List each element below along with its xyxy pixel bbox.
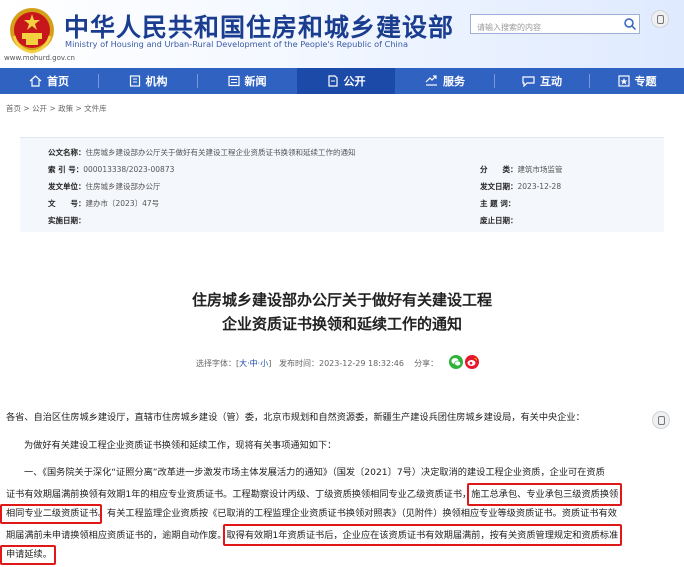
highlighted-text: 申请延续。 — [0, 545, 56, 565]
nav-label-org: 机构 — [145, 75, 168, 88]
breadcrumb-open[interactable]: 公开 — [32, 104, 47, 113]
highlight-box — [0, 504, 102, 524]
side-tool-icon[interactable] — [651, 10, 669, 28]
share-label: 分享： — [414, 359, 439, 368]
nav-item-news[interactable]: 新闻 — [198, 68, 296, 94]
text-segment: 期届满前未申请换领相应资质证书的，逾期自动作废。 — [6, 530, 227, 541]
side-tool-icon[interactable] — [652, 411, 670, 429]
breadcrumb-policy[interactable]: 政策 — [58, 104, 73, 113]
publish-label: 发布时间： — [278, 359, 319, 368]
meta-index: 索 引 号：000013338/2023-00873 — [48, 164, 174, 175]
highlight-box — [0, 545, 56, 565]
news-icon — [227, 75, 240, 87]
paragraph-item1-line2: 证书有效期届满前换领有效期1年的相应专业资质证书。工程勘察设计丙级、丁级资质换领… — [6, 483, 623, 506]
meta-label: 索 引 号： — [48, 165, 84, 174]
font-medium-button[interactable]: 中 — [250, 359, 258, 368]
meta-label: 文 号： — [48, 199, 86, 208]
breadcrumb-home[interactable]: 首页 — [6, 104, 21, 113]
paragraph-intro: 为做好有关建设工程企业资质证书换领和延续工作，现将有关事项通知如下： — [24, 440, 337, 451]
meta-doc-name: 公文名称：住房城乡建设部办公厅关于做好有关建设工程企业资质证书换领和延续工作的通… — [48, 147, 356, 158]
nav-label-public: 公开 — [343, 75, 366, 88]
meta-value: 000013338/2023-00873 — [83, 165, 175, 174]
article-title-line1: 住房城乡建设部办公厅关于做好有关建设工程 — [191, 291, 492, 309]
meta-label: 实施日期： — [48, 216, 86, 225]
meta-effective: 实施日期： — [48, 215, 86, 226]
font-size-label: 选择字体：[ — [196, 359, 240, 368]
nav-label-topic: 专题 — [634, 75, 657, 88]
site-title-en: Ministry of Housing and Urban-Rural Deve… — [65, 39, 409, 49]
meta-label: 发文单位： — [48, 182, 86, 191]
highlighted-text: 施工总承包、专业承包三级资质换领 — [467, 483, 623, 506]
meta-label: 主 题 词： — [480, 199, 516, 208]
building-icon — [129, 75, 140, 87]
paragraph-recipients: 各省、自治区住房城乡建设厅，直辖市住房城乡建设（管）委，北京市规划和自然资源委，… — [6, 412, 585, 423]
breadcrumb-separator: > — [21, 104, 33, 113]
document-icon — [327, 75, 338, 87]
highlighted-text: 取得有效期1年资质证书后，企业应在该资质证书有效期届满前，按有关资质管理规定和资… — [222, 524, 623, 546]
home-icon — [29, 75, 42, 87]
nav-item-service[interactable]: 服务 — [396, 68, 494, 94]
weibo-share-icon[interactable] — [465, 355, 479, 369]
search-icon[interactable] — [623, 17, 637, 31]
nav-item-org[interactable]: 机构 — [99, 68, 197, 94]
service-icon — [425, 75, 437, 86]
publish-time: 2023-12-29 18:32:46 — [318, 359, 404, 368]
meta-category: 分 类：建筑市场监管 — [480, 164, 563, 175]
meta-docno: 文 号：建办市〔2023〕47号 — [48, 198, 159, 209]
nav-label-service: 服务 — [443, 75, 465, 88]
article-info: 选择字体：[大·中·小] 发布时间：2023-12-29 18:32:46 分享… — [196, 359, 439, 368]
meta-value: 建办市〔2023〕47号 — [85, 199, 160, 208]
search-box — [470, 14, 640, 38]
breadcrumb-library[interactable]: 文件库 — [84, 104, 107, 113]
meta-label: 废止日期： — [480, 216, 518, 225]
font-large-button[interactable]: 大 — [239, 359, 247, 368]
meta-expiry: 废止日期： — [480, 215, 518, 226]
nav-item-home[interactable]: 首页 — [0, 68, 98, 94]
site-url: www.mohurd.gov.cn — [4, 54, 75, 62]
highlight-box — [222, 524, 623, 546]
nav-label-home: 首页 — [47, 75, 69, 88]
nav-item-topic[interactable]: 专题 — [590, 68, 684, 94]
meta-label: 公文名称： — [48, 148, 86, 157]
chat-icon — [522, 76, 535, 87]
nav-label-news: 新闻 — [244, 75, 267, 88]
meta-label: 分 类： — [480, 165, 518, 174]
paragraph-item1-line3: 相同专业二级资质证书 。有关工程监理企业资质按《已取消的工程监理企业资质证书换领对… — [0, 504, 617, 524]
document-metadata: 公文名称：住房城乡建设部办公厅关于做好有关建设工程企业资质证书换领和延续工作的通… — [20, 137, 664, 232]
meta-subject: 主 题 词： — [480, 198, 515, 209]
breadcrumb-separator: > — [73, 104, 85, 113]
topic-icon — [617, 75, 630, 87]
nav-item-interact[interactable]: 互动 — [495, 68, 589, 94]
search-input[interactable] — [471, 17, 629, 38]
paragraph-item1-line1: 一、《国务院关于深化“证照分离”改革进一步激发市场主体发展活力的通知》（国发〔2… — [24, 467, 605, 478]
font-size-end: ] — [268, 359, 272, 368]
article-title-line2: 企业资质证书换领和延续工作的通知 — [221, 315, 462, 333]
site-header: 中华人民共和国住房和城乡建设部 Ministry of Housing and … — [0, 0, 684, 68]
meta-issuer: 发文单位：住房城乡建设部办公厅 — [48, 181, 161, 192]
highlight-box — [467, 483, 623, 506]
text-segment: 。有关工程监理企业资质按《已取消的工程监理企业资质证书换领对照表》（见附件）换领… — [97, 508, 617, 519]
meta-value: 2023-12-28 — [517, 182, 562, 191]
nav-label-interact: 互动 — [540, 75, 562, 88]
paragraph-item1-line4: 期届满前未申请换领相应资质证书的，逾期自动作废。取得有效期1年资质证书后，企业应… — [6, 524, 623, 546]
nav-item-public[interactable]: 公开 — [297, 68, 395, 94]
paragraph-item1-line5: 申请延续。 — [0, 545, 56, 565]
breadcrumb: 首页 > 公开 > 政策 > 文件库 — [6, 103, 107, 114]
breadcrumb-separator: > — [47, 104, 59, 113]
meta-date: 发文日期：2023-12-28 — [480, 181, 561, 192]
national-emblem-icon[interactable] — [8, 6, 56, 56]
meta-value: 建筑市场监管 — [517, 165, 563, 174]
meta-label: 发文日期： — [480, 182, 518, 191]
wechat-share-icon[interactable] — [449, 355, 463, 369]
text-segment: 证书有效期届满前换领有效期1年的相应专业资质证书。工程勘察设计丙级、丁级资质换领… — [6, 489, 472, 500]
meta-value: 住房城乡建设部办公厅关于做好有关建设工程企业资质证书换领和延续工作的通知 — [85, 148, 356, 157]
meta-value: 住房城乡建设部办公厅 — [85, 182, 161, 191]
main-nav: 首页 机构 新闻 公开 服务 互动 专题 — [0, 68, 684, 94]
highlighted-text: 相同专业二级资质证书 — [0, 504, 102, 524]
